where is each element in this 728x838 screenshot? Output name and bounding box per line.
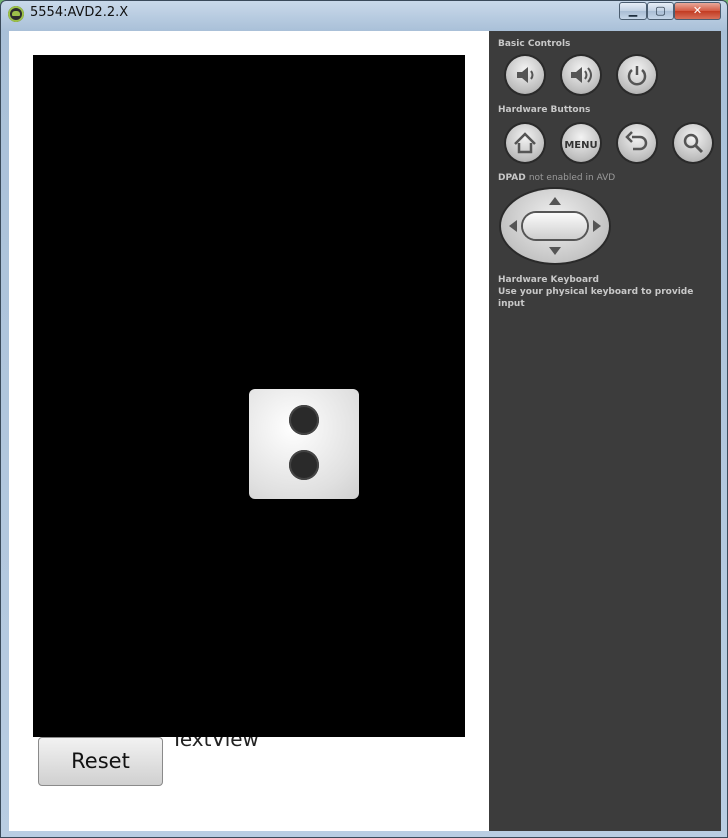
die-pip	[289, 450, 319, 480]
hardware-buttons-label: Hardware Buttons	[498, 105, 591, 115]
volume-down-icon	[517, 67, 534, 83]
reset-button[interactable]: Reset	[38, 737, 163, 786]
back-button[interactable]	[618, 124, 656, 162]
search-button[interactable]	[674, 124, 712, 162]
android-icon	[8, 6, 24, 22]
die-pip	[289, 405, 319, 435]
maximize-button[interactable]: ▢	[647, 2, 674, 20]
search-icon	[683, 133, 704, 154]
menu-icon: MENU	[564, 140, 598, 151]
volume-up-icon	[571, 67, 592, 83]
dpad-right-icon[interactable]	[593, 220, 601, 232]
minimize-button[interactable]: ▁	[619, 2, 647, 20]
emulator-client: TextView Reset Basic Controls Hardware B…	[9, 31, 721, 831]
emulator-controls-panel: Basic Controls Hardware Buttons MENU DPA…	[489, 31, 721, 831]
hardware-keyboard-info: Hardware Keyboard Use your physical keyb…	[498, 274, 721, 310]
volume-up-button[interactable]	[562, 56, 600, 94]
dpad-down-icon[interactable]	[549, 247, 561, 255]
dpad-up-icon[interactable]	[549, 197, 561, 205]
title-bar[interactable]: 5554:AVD2.2.X ▁ ▢ ✕	[1, 1, 727, 29]
window-title: 5554:AVD2.2.X	[30, 5, 129, 20]
back-icon	[625, 131, 648, 151]
device-screen[interactable]	[33, 55, 465, 737]
dpad-title: DPAD	[498, 173, 526, 183]
dpad-left-icon[interactable]	[509, 220, 517, 232]
menu-button[interactable]: MENU	[562, 124, 600, 162]
close-button[interactable]: ✕	[674, 2, 721, 20]
home-icon	[514, 132, 536, 154]
power-icon	[627, 66, 647, 86]
dpad-label: DPAD not enabled in AVD	[498, 173, 615, 183]
volume-down-button[interactable]	[506, 56, 544, 94]
dpad-center-button[interactable]	[523, 213, 587, 239]
keyboard-title: Hardware Keyboard	[498, 275, 599, 285]
keyboard-note: Use your physical keyboard to provide in…	[498, 287, 694, 309]
basic-controls-label: Basic Controls	[498, 39, 571, 49]
die-face[interactable]	[249, 389, 359, 499]
emulator-window: 5554:AVD2.2.X ▁ ▢ ✕ TextView Reset Basic…	[0, 0, 728, 838]
dpad-note: not enabled in AVD	[528, 173, 616, 183]
power-button[interactable]	[618, 56, 656, 94]
dpad[interactable]	[501, 189, 609, 263]
home-button[interactable]	[506, 124, 544, 162]
